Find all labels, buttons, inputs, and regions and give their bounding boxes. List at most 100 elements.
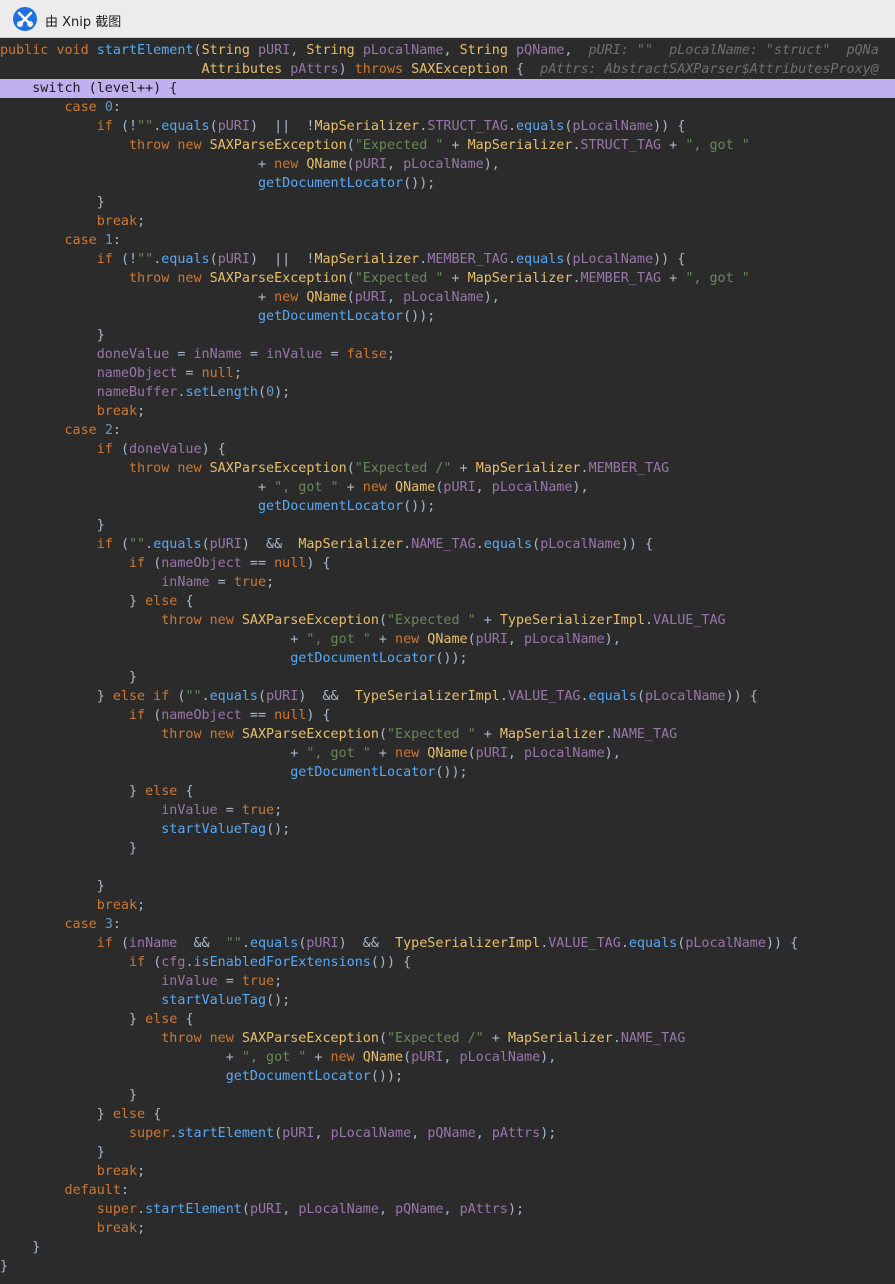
code-line[interactable]: switch (level++) { [0,79,879,98]
code-editor[interactable]: public void startElement(String pURI, St… [0,38,895,1284]
code-line[interactable]: } [0,516,879,535]
code-line[interactable]: throw new SAXParseException("Expected " … [0,269,879,288]
code-line[interactable]: if (doneValue) { [0,440,879,459]
code-token: "Expected " [387,727,476,742]
code-text[interactable]: public void startElement(String pURI, St… [0,41,879,1276]
code-line[interactable]: throw new SAXParseException("Expected " … [0,611,879,630]
code-token: , [386,157,404,172]
code-token: true [241,803,275,818]
code-line[interactable]: public void startElement(String pURI, St… [0,41,879,60]
code-line[interactable]: break; [0,212,879,231]
code-token: equals [516,252,565,267]
code-token: ); [507,1202,525,1217]
code-line[interactable]: getDocumentLocator()); [0,763,879,782]
code-line[interactable]: } [0,1086,879,1105]
code-token: true [241,974,275,989]
code-line[interactable]: + ", got " + new QName(pURI, pLocalName)… [0,1048,879,1067]
code-line[interactable]: if (inName && "".equals(pURI) && TypeSer… [0,934,879,953]
code-line[interactable] [0,858,879,877]
code-token: . [580,689,589,704]
code-line[interactable]: } else { [0,1105,879,1124]
code-line[interactable]: super.startElement(pURI, pLocalName, pQN… [0,1200,879,1219]
code-line[interactable]: break; [0,1219,879,1238]
code-line[interactable]: inValue = true; [0,972,879,991]
code-line[interactable]: } [0,668,879,687]
code-line[interactable]: getDocumentLocator()); [0,497,879,516]
code-line[interactable]: case 3: [0,915,879,934]
code-token: getDocumentLocator [290,765,436,780]
code-line[interactable]: case 2: [0,421,879,440]
code-line[interactable]: + ", got " + new QName(pURI, pLocalName)… [0,630,879,649]
code-line[interactable]: startValueTag(); [0,991,879,1010]
code-token: { [185,594,194,609]
code-token: ()) { [370,955,412,970]
code-token: ); [540,1126,557,1141]
code-line[interactable]: getDocumentLocator()); [0,307,879,326]
code-line[interactable]: } [0,1238,879,1257]
code-token: ", got " [306,746,371,761]
code-line[interactable]: throw new SAXParseException("Expected /"… [0,459,879,478]
code-line[interactable]: break; [0,402,879,421]
code-token: } [0,594,146,609]
code-line[interactable]: } [0,193,879,212]
code-line[interactable]: startValueTag(); [0,820,879,839]
code-line[interactable]: doneValue = inName = inValue = false; [0,345,879,364]
code-line[interactable]: } [0,1257,879,1276]
code-token: , [411,1126,428,1141]
code-token: pURI [282,1126,315,1141]
code-line[interactable]: if (nameObject == null) { [0,706,879,725]
code-line[interactable]: throw new SAXParseException("Expected " … [0,725,879,744]
code-line[interactable]: nameBuffer.setLength(0); [0,383,879,402]
code-line[interactable]: case 0: [0,98,879,117]
code-line[interactable]: + new QName(pURI, pLocalName), [0,155,879,174]
code-line[interactable]: } [0,877,879,896]
code-token: ", got " [306,632,371,647]
code-token: equals [209,689,258,704]
code-line[interactable]: } else { [0,1010,879,1029]
code-line[interactable]: super.startElement(pURI, pLocalName, pQN… [0,1124,879,1143]
code-line[interactable]: getDocumentLocator()); [0,1067,879,1086]
code-line[interactable]: if (!"".equals(pURI) || !MapSerializer.S… [0,117,879,136]
code-line[interactable]: + new QName(pURI, pLocalName), [0,288,879,307]
code-line[interactable]: if (!"".equals(pURI) || !MapSerializer.M… [0,250,879,269]
code-line[interactable]: inName = true; [0,573,879,592]
code-line[interactable]: } else if ("".equals(pURI) && TypeSerial… [0,687,879,706]
code-token: , [564,43,589,58]
code-line[interactable]: case 1: [0,231,879,250]
code-token: + [475,613,500,628]
code-token: else if [112,689,178,704]
code-token: ) && [241,537,299,552]
code-token: startValueTag [161,822,267,837]
code-line[interactable]: if ("".equals(pURI) && MapSerializer.NAM… [0,535,879,554]
code-line[interactable]: inValue = true; [0,801,879,820]
code-token: { [153,1107,162,1122]
code-line[interactable]: } else { [0,592,879,611]
code-line[interactable]: + ", got " + new QName(pURI, pLocalName)… [0,744,879,763]
code-token: "Expected " [354,271,444,286]
code-token: getDocumentLocator [257,176,404,191]
code-line[interactable]: } [0,1143,879,1162]
code-line[interactable]: throw new SAXParseException("Expected " … [0,136,879,155]
code-line[interactable]: throw new SAXParseException("Expected /"… [0,1029,879,1048]
code-line[interactable]: nameObject = null; [0,364,879,383]
code-line[interactable]: } [0,326,879,345]
code-line[interactable]: } [0,839,879,858]
code-token: pURI [209,537,242,552]
code-line[interactable]: Attributes pAttrs) throws SAXException {… [0,60,879,79]
code-line[interactable]: break; [0,896,879,915]
code-line[interactable]: break; [0,1162,879,1181]
code-line[interactable]: + ", got " + new QName(pURI, pLocalName)… [0,478,879,497]
code-token: super [129,1126,170,1141]
code-line[interactable]: default: [0,1181,879,1200]
code-line[interactable]: getDocumentLocator()); [0,174,879,193]
code-token: "" [137,252,154,267]
code-line[interactable]: if (nameObject == null) { [0,554,879,573]
code-line[interactable]: if (cfg.isEnabledForExtensions()) { [0,953,879,972]
code-token: QName [427,632,468,647]
code-line[interactable]: } else { [0,782,879,801]
code-line[interactable]: getDocumentLocator()); [0,649,879,668]
code-token: ()); [403,176,436,191]
